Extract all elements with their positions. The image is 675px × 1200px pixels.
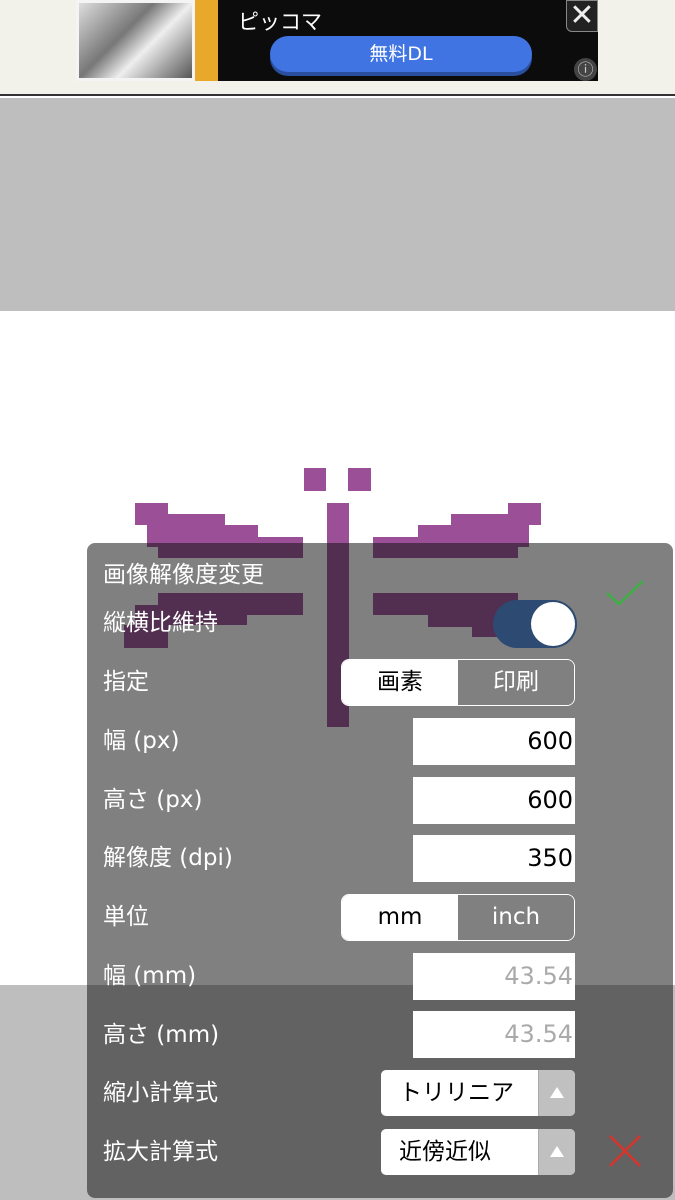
confirm-check-icon[interactable] (605, 579, 645, 607)
resolution-input[interactable]: 350 (413, 835, 575, 882)
mode-label: 指定 (103, 669, 149, 695)
downscale-select[interactable]: トリリニア (381, 1070, 575, 1116)
ad-banner-bar: ピッコマ 無料DL ✕ ⓘ (0, 0, 675, 96)
ad-image-strip (195, 0, 218, 81)
unit-label: 単位 (103, 904, 149, 930)
downscale-value: トリリニア (399, 1080, 514, 1106)
unit-option-mm[interactable]: mm (342, 895, 458, 940)
height-px-label: 高さ (px) (103, 787, 203, 813)
height-px-input[interactable]: 600 (413, 777, 575, 824)
chevron-up-icon[interactable] (538, 1129, 575, 1175)
width-px-label: 幅 (px) (103, 728, 180, 754)
keep-aspect-toggle[interactable] (493, 600, 577, 648)
resize-dialog: 画像解像度変更 縦横比維持 指定 画素 印刷 幅 (px) 600 高さ (px… (87, 543, 673, 1198)
height-mm-label: 高さ (mm) (103, 1022, 220, 1048)
upscale-value: 近傍近似 (399, 1139, 491, 1165)
ad-title: ピッコマ (238, 10, 322, 34)
cancel-x-icon[interactable] (608, 1134, 642, 1168)
chevron-up-icon[interactable] (538, 1070, 575, 1116)
mode-segmented-control: 画素 印刷 (341, 659, 575, 706)
ad-image[interactable] (76, 0, 195, 81)
width-px-input[interactable]: 600 (413, 718, 575, 765)
height-mm-input: 43.54 (413, 1011, 575, 1058)
close-icon[interactable]: ✕ (566, 0, 598, 32)
upscale-select[interactable]: 近傍近似 (381, 1129, 575, 1175)
mode-option-pixels[interactable]: 画素 (342, 660, 458, 705)
upscale-label: 拡大計算式 (103, 1139, 218, 1165)
unit-option-inch[interactable]: inch (458, 895, 574, 940)
resolution-label: 解像度 (dpi) (103, 845, 233, 871)
downscale-label: 縮小計算式 (103, 1080, 218, 1106)
toggle-knob (531, 602, 575, 646)
mode-option-print[interactable]: 印刷 (458, 660, 574, 705)
width-mm-input: 43.54 (413, 953, 575, 1000)
ad-download-button[interactable]: 無料DL (270, 36, 532, 72)
keep-aspect-label: 縦横比維持 (103, 610, 218, 636)
unit-segmented-control: mm inch (341, 894, 575, 941)
ad-banner[interactable]: ピッコマ 無料DL ✕ ⓘ (76, 0, 598, 81)
width-mm-label: 幅 (mm) (103, 963, 197, 989)
info-icon[interactable]: ⓘ (574, 58, 597, 81)
canvas-background-top (0, 98, 675, 311)
dialog-title: 画像解像度変更 (103, 562, 264, 588)
